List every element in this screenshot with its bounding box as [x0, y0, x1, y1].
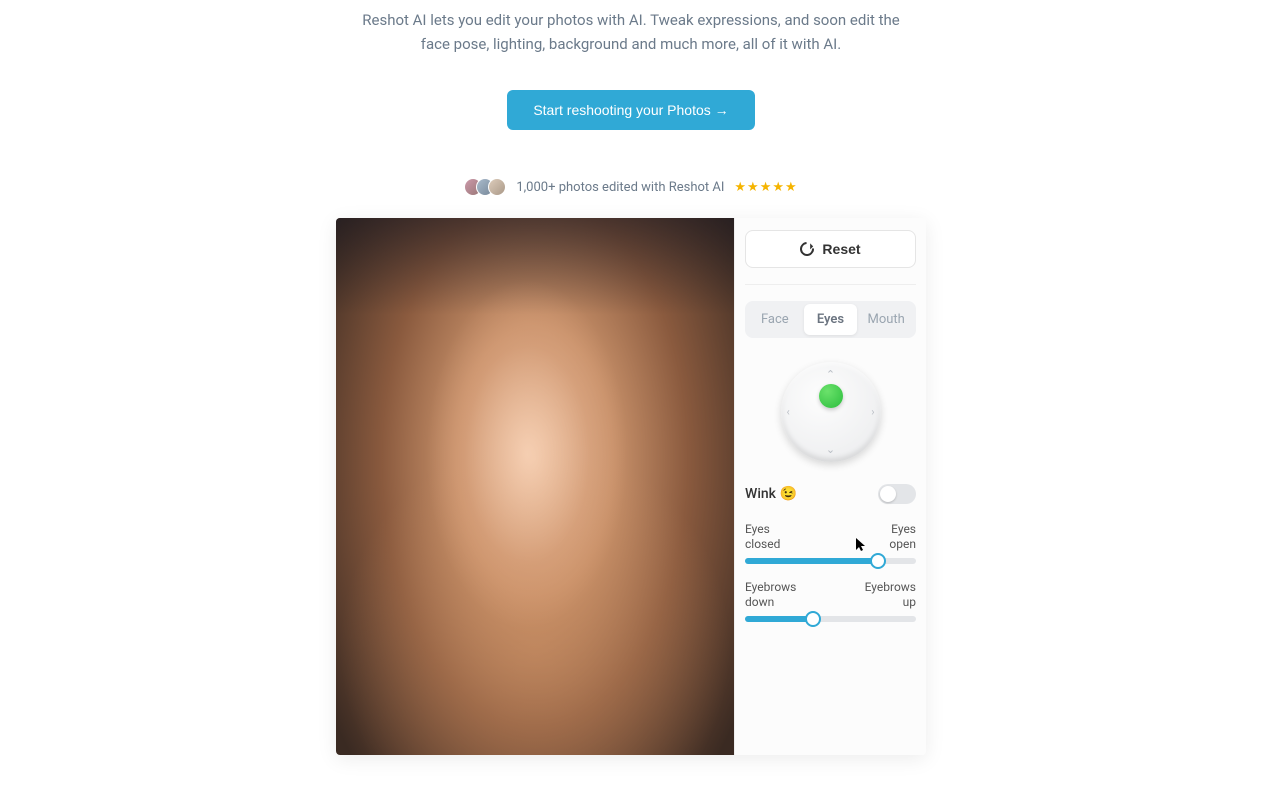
avatar-stack — [464, 178, 506, 196]
subtitle-line-1: Reshot AI lets you edit your photos with… — [362, 11, 899, 29]
cta-start-button[interactable]: Start reshooting your Photos → — [507, 90, 754, 130]
tab-eyes[interactable]: Eyes — [804, 304, 858, 335]
slider-thumb[interactable] — [805, 611, 821, 627]
social-proof-text: 1,000+ photos edited with Reshot AI — [516, 180, 724, 195]
subtitle-line-2: face pose, lighting, background and much… — [421, 35, 841, 53]
wink-toggle[interactable] — [878, 484, 916, 504]
chevron-left-icon: ‹ — [787, 406, 790, 419]
wink-label: Wink 😉 — [745, 486, 797, 502]
slider-label-right: Eyebrows up — [865, 580, 916, 610]
reset-button[interactable]: Reset — [745, 230, 916, 268]
joystick-wrap: ⌃ ⌄ ‹ › — [745, 352, 916, 468]
divider — [745, 284, 916, 285]
tabs: Face Eyes Mouth — [745, 301, 916, 338]
joystick-thumb[interactable] — [819, 384, 843, 408]
rating-stars-icon: ★★★★★ — [734, 180, 797, 195]
eyes-open-slider-group: Eyes closed Eyes open — [745, 520, 916, 564]
slider-label-left: Eyes closed — [745, 522, 780, 552]
avatar — [488, 178, 506, 196]
slider-fill — [745, 558, 878, 564]
slider-label-right: Eyes open — [889, 522, 916, 552]
photo-portrait-placeholder — [336, 218, 734, 755]
reset-icon — [798, 239, 818, 259]
social-proof: 1,000+ photos edited with Reshot AI ★★★★… — [464, 178, 797, 196]
reset-label: Reset — [822, 241, 860, 257]
chevron-down-icon: ⌄ — [826, 443, 835, 456]
eyes-open-slider[interactable] — [745, 558, 916, 564]
wink-row: Wink 😉 — [745, 482, 916, 506]
slider-fill — [745, 616, 813, 622]
tab-mouth[interactable]: Mouth — [859, 304, 913, 335]
tab-face[interactable]: Face — [748, 304, 802, 335]
chevron-right-icon: › — [871, 406, 874, 419]
eyebrows-slider-group: Eyebrows down Eyebrows up — [745, 578, 916, 622]
photo-preview — [336, 218, 734, 755]
controls-panel: Reset Face Eyes Mouth ⌃ ⌄ ‹ › Wink 😉 — [734, 218, 926, 755]
eyebrows-slider[interactable] — [745, 616, 916, 622]
slider-thumb[interactable] — [870, 553, 886, 569]
hero-subtitle: Reshot AI lets you edit your photos with… — [362, 8, 899, 56]
editor-frame: Reset Face Eyes Mouth ⌃ ⌄ ‹ › Wink 😉 — [336, 218, 926, 755]
chevron-up-icon: ⌃ — [826, 368, 835, 381]
gaze-joystick[interactable]: ⌃ ⌄ ‹ › — [781, 362, 881, 462]
slider-label-left: Eyebrows down — [745, 580, 796, 610]
